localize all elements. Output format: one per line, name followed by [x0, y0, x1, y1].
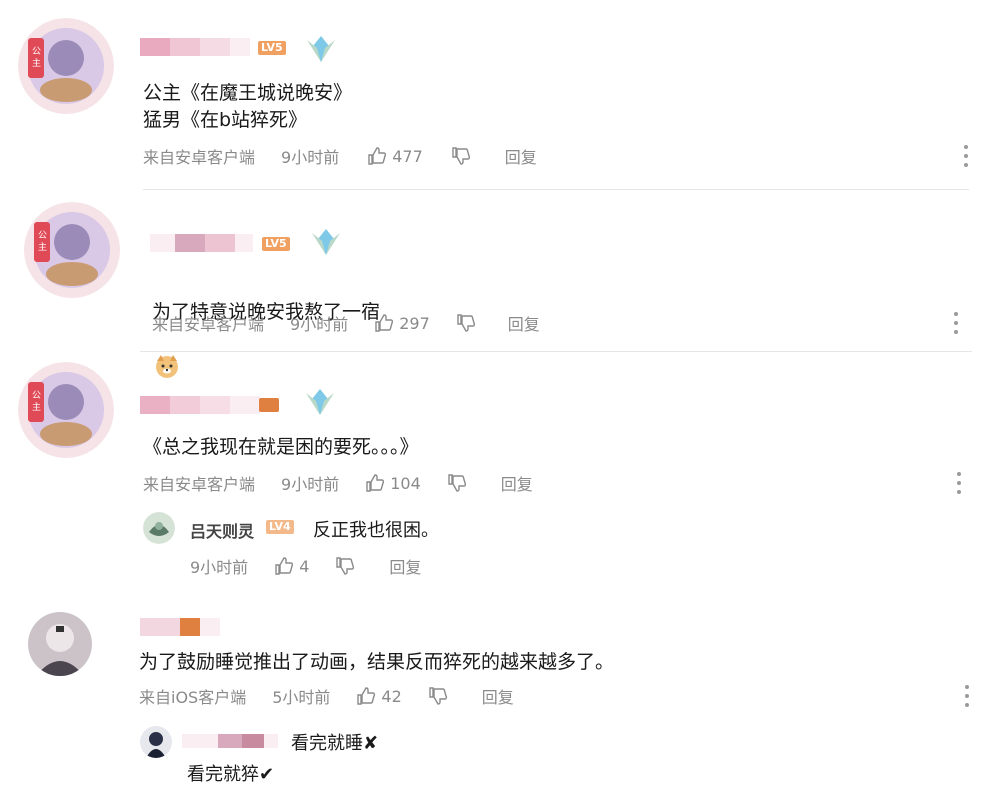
- reply-button[interactable]: 回复: [508, 311, 540, 335]
- more-options-icon[interactable]: [964, 685, 970, 707]
- comment-3: 公 主 《总之我现在就是困的要死。。。》 来自安卓客户端 9小时前 104 回复…: [0, 352, 1000, 592]
- thumbs-up-icon: [374, 313, 394, 333]
- user-avatar[interactable]: 公 主: [24, 202, 120, 298]
- thumbs-down-icon: [451, 146, 471, 166]
- like-button[interactable]: 104: [365, 473, 421, 493]
- post-time: 9小时前: [281, 475, 340, 494]
- reply-level-badge: LV4: [266, 520, 294, 534]
- like-button[interactable]: 477: [367, 146, 423, 166]
- reply-text: 反正我也很困。: [313, 520, 439, 541]
- like-button[interactable]: 42: [356, 686, 402, 706]
- reply-button[interactable]: 回复: [501, 471, 533, 495]
- dislike-button[interactable]: [428, 686, 448, 706]
- reply-user-avatar[interactable]: [140, 726, 172, 758]
- svg-text:主: 主: [32, 401, 41, 412]
- svg-text:公: 公: [32, 390, 41, 400]
- more-options-icon[interactable]: [956, 472, 962, 494]
- reply-meta: 9小时前 4 回复: [190, 554, 421, 578]
- like-count: 297: [399, 313, 430, 333]
- reply-username[interactable]: 吕天则灵: [190, 518, 254, 542]
- reply-user-avatar[interactable]: [143, 512, 175, 544]
- post-time: 5小时前: [272, 688, 331, 707]
- reply-button[interactable]: 回复: [482, 684, 514, 708]
- user-avatar[interactable]: 公 主: [18, 18, 114, 114]
- comment-meta: 来自安卓客户端 9小时前 104 回复: [143, 471, 533, 495]
- more-options-icon[interactable]: [953, 312, 959, 334]
- post-time: 9小时前: [281, 148, 340, 167]
- post-time: 9小时前: [290, 315, 349, 334]
- comment-meta: 来自安卓客户端 9小时前 297 回复: [152, 311, 540, 335]
- thumbs-down-icon: [428, 686, 448, 706]
- thumbs-up-icon: [367, 146, 387, 166]
- svg-text:主: 主: [32, 57, 41, 68]
- thumbs-up-icon: [365, 473, 385, 493]
- client-source: 来自安卓客户端: [143, 475, 256, 494]
- thumbs-down-icon: [335, 556, 355, 576]
- fan-medal-icon: [302, 385, 338, 419]
- comment-1: 公 主 LV5 公主《在魔王城说晚安》 猛男《在b站猝死》 来自安卓客户端 9小…: [0, 0, 1000, 190]
- reply-text-line2: 看完就猝✔: [187, 764, 275, 785]
- fan-medal-icon: [303, 32, 339, 66]
- dislike-button[interactable]: [456, 313, 476, 333]
- level-badge: LV5: [262, 237, 290, 251]
- level-badge: LV5: [258, 41, 286, 55]
- dislike-button[interactable]: [447, 473, 467, 493]
- level-badge-redacted: [259, 398, 279, 412]
- user-avatar[interactable]: 公 主: [18, 362, 114, 458]
- reply-button[interactable]: 回复: [505, 144, 537, 168]
- reply-like-count: 4: [299, 556, 310, 576]
- username-blurred[interactable]: [140, 38, 250, 56]
- comment-meta: 来自安卓客户端 9小时前 477 回复: [143, 144, 537, 168]
- like-button[interactable]: 297: [374, 313, 430, 333]
- like-count: 42: [381, 686, 402, 706]
- client-source: 来自安卓客户端: [143, 148, 256, 167]
- reply-text-line1: 看完就睡✘: [291, 733, 379, 754]
- like-count: 477: [392, 146, 423, 166]
- reply-time: 9小时前: [190, 558, 249, 577]
- fan-medal-icon: [308, 225, 344, 259]
- more-options-icon[interactable]: [963, 145, 969, 167]
- comment-2: 公 主 LV5 为了特意说晚安我熬了一宿 来自安卓客户端 9小时前 297 回复: [0, 190, 1000, 378]
- comment-content: 《总之我现在就是困的要死。。。》: [143, 436, 419, 458]
- like-count: 104: [390, 473, 421, 493]
- client-source: 来自安卓客户端: [152, 315, 265, 334]
- comment-meta: 来自iOS客户端 5小时前 42 回复: [139, 684, 514, 708]
- svg-text:公: 公: [32, 46, 41, 56]
- reply-username-blurred[interactable]: [182, 734, 278, 748]
- user-avatar[interactable]: [28, 612, 92, 676]
- comment-4: 为了鼓励睡觉推出了动画，结果反而猝死的越来越多了。 来自iOS客户端 5小时前 …: [0, 592, 1000, 793]
- username-blurred[interactable]: [140, 618, 220, 636]
- username-blurred[interactable]: [150, 234, 253, 252]
- thumbs-down-icon: [456, 313, 476, 333]
- username-blurred[interactable]: [140, 396, 260, 414]
- thumbs-up-icon: [274, 556, 294, 576]
- svg-text:主: 主: [38, 241, 47, 252]
- client-source: 来自iOS客户端: [139, 688, 247, 707]
- reply-reply-button[interactable]: 回复: [389, 554, 421, 578]
- svg-text:公: 公: [38, 230, 47, 240]
- reply-dislike-button[interactable]: [335, 556, 355, 576]
- comment-content: 公主《在魔王城说晚安》 猛男《在b站猝死》: [143, 82, 353, 131]
- dislike-button[interactable]: [451, 146, 471, 166]
- comment-content: 为了鼓励睡觉推出了动画，结果反而猝死的越来越多了。: [139, 651, 615, 673]
- reply-like-button[interactable]: 4: [274, 556, 309, 576]
- thumbs-up-icon: [356, 686, 376, 706]
- thumbs-down-icon: [447, 473, 467, 493]
